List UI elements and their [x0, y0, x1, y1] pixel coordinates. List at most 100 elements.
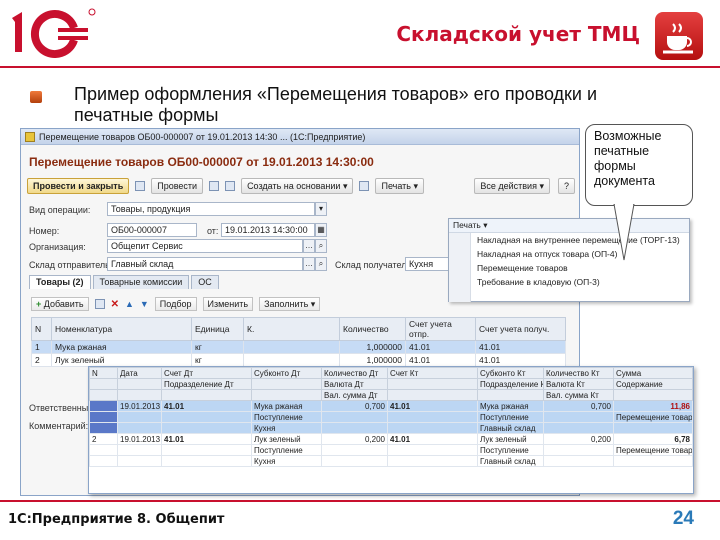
print-menu-header[interactable]: Печать ▾ — [449, 219, 689, 233]
copy-row-icon[interactable] — [94, 299, 105, 309]
tab-goods[interactable]: Товары (2) — [29, 275, 91, 289]
ph-qty-kt[interactable]: Количество Кт — [543, 367, 614, 379]
posting-cell — [387, 422, 478, 434]
menu-item-transfer[interactable]: Перемещение товаров — [449, 261, 689, 275]
posting-cell: Поступление — [477, 411, 544, 423]
ph-sum[interactable]: Сумма — [613, 367, 693, 379]
calendar-button[interactable]: ▦ — [315, 223, 327, 237]
number-field[interactable]: ОБ00-000007 — [107, 223, 197, 237]
posting-cell: 19.01.2013 14:30:00 — [117, 400, 162, 412]
col-nomenclature[interactable]: Номенклатура — [51, 317, 192, 341]
posting-cell-selected[interactable] — [89, 411, 118, 423]
add-row-button[interactable]: + Добавить — [31, 297, 89, 311]
ph-content[interactable]: Содержание — [613, 378, 693, 390]
ph-division-kt[interactable]: Подразделение Кт — [477, 378, 544, 390]
post-and-close-button[interactable]: Провести и закрыть — [27, 178, 130, 194]
move-down-icon[interactable]: ▼ — [140, 299, 149, 309]
posting-cell — [161, 422, 252, 434]
posting-row[interactable]: Кухня Главный склад — [89, 455, 693, 467]
print-button[interactable]: Печать ▾ — [375, 178, 424, 194]
posting-cell: 19.01.2013 14:30:00 — [117, 433, 162, 445]
move-up-icon[interactable]: ▲ — [125, 299, 134, 309]
posting-cell: Поступление — [251, 444, 322, 456]
organization-search-icon[interactable]: ⌕ — [315, 239, 327, 253]
posting-row[interactable]: Поступление Поступление Перемещение това… — [89, 444, 693, 456]
posting-cell — [613, 455, 693, 467]
col-account-sender[interactable]: Счет учета отпр. — [405, 317, 476, 341]
col-quantity[interactable]: Количество — [339, 317, 406, 341]
ph-blank — [613, 389, 693, 401]
posting-row[interactable]: 2 19.01.2013 14:30:00 41.01 Лук зеленый … — [89, 433, 693, 445]
date-field[interactable]: 19.01.2013 14:30:00 — [221, 223, 315, 237]
structure-icon[interactable] — [225, 181, 236, 191]
ph-date[interactable]: Дата — [117, 367, 162, 379]
ph-cur-sum-kt[interactable]: Вал. сумма Кт — [543, 389, 614, 401]
organization-select-button[interactable]: … — [303, 239, 315, 253]
col-unit[interactable]: Единица — [191, 317, 244, 341]
sender-warehouse-select-button[interactable]: … — [303, 257, 315, 271]
post-button[interactable]: Провести — [151, 178, 204, 194]
all-actions-button[interactable]: Все действия ▾ — [474, 178, 550, 194]
posting-cell: 0,700 — [321, 400, 388, 412]
receiver-warehouse-field[interactable]: Кухня — [405, 257, 451, 271]
table-cell: кг — [191, 340, 244, 354]
sender-warehouse-search-icon[interactable]: ⌕ — [315, 257, 327, 271]
col-n[interactable]: N — [31, 317, 52, 341]
menu-item-torg13[interactable]: Накладная на внутреннее перемещение (ТОР… — [449, 233, 689, 247]
goods-table[interactable]: N Номенклатура Единица К. Количество Сче… — [31, 317, 566, 367]
journal-icon[interactable] — [359, 181, 370, 191]
ph-n[interactable]: N — [89, 367, 118, 379]
fill-button[interactable]: Заполнить ▾ — [259, 297, 321, 311]
operation-dropdown-button[interactable]: ▾ — [315, 202, 327, 216]
ph-qty-dt[interactable]: Количество Дт — [321, 367, 388, 379]
number-label: Номер: — [29, 226, 60, 236]
table-cell: 1 — [31, 340, 52, 354]
posting-cell: Поступление — [477, 444, 544, 456]
posting-row[interactable]: Кухня Главный склад — [89, 422, 693, 434]
tab-fixed-assets[interactable]: ОС — [191, 275, 219, 289]
posting-cell-selected[interactable] — [89, 422, 118, 434]
posting-cell — [117, 422, 162, 434]
ph-subconto-kt[interactable]: Субконто Кт — [477, 367, 544, 379]
help-button[interactable]: ? — [557, 178, 575, 194]
menu-item-op4[interactable]: Накладная на отпуск товара (ОП-4) — [449, 247, 689, 261]
organization-label: Организация: — [29, 242, 86, 252]
date-label: от: — [207, 226, 219, 236]
postings-table[interactable]: N Дата Счет Дт Субконто Дт Количество Дт… — [89, 367, 693, 467]
window-titlebar[interactable]: Перемещение товаров ОБ00-000007 от 19.01… — [21, 129, 579, 145]
fill-button-label: Заполнить — [264, 299, 309, 309]
ph-division-dt[interactable]: Подразделение Дт — [161, 378, 252, 390]
postings-window[interactable]: N Дата Счет Дт Субконто Дт Количество Дт… — [88, 366, 694, 494]
ph-account-dt[interactable]: Счет Дт — [161, 367, 252, 379]
posting-cell: 0,200 — [543, 433, 614, 445]
save-icon[interactable] — [135, 181, 146, 191]
callout-bubble: Возможные печатные формы документа — [585, 124, 693, 206]
delete-row-icon[interactable]: ✕ — [111, 299, 119, 310]
ph-currency-kt[interactable]: Валюта Кт — [543, 378, 614, 390]
ph-subconto-dt[interactable]: Субконто Дт — [251, 367, 322, 379]
posting-cell — [161, 411, 252, 423]
sender-warehouse-field[interactable]: Главный склад — [107, 257, 303, 271]
posting-cell-selected[interactable] — [89, 400, 118, 412]
document-list-icon[interactable] — [209, 181, 220, 191]
print-menu-header-label: Печать — [453, 220, 481, 230]
posting-cell — [613, 422, 693, 434]
ph-cur-sum-dt[interactable]: Вал. сумма Дт — [321, 389, 388, 401]
posting-cell: Поступление — [251, 411, 322, 423]
ph-account-kt[interactable]: Счет Кт — [387, 367, 478, 379]
pick-button[interactable]: Подбор — [154, 297, 197, 311]
posting-row[interactable]: Поступление Поступление Перемещение това… — [89, 411, 693, 423]
tab-commission-goods[interactable]: Товарные комиссии — [92, 275, 190, 289]
ph-currency-dt[interactable]: Валюта Дт — [321, 378, 388, 390]
organization-field[interactable]: Общепит Сервис — [107, 239, 303, 253]
menu-item-op3[interactable]: Требование в кладовую (ОП-3) — [449, 275, 689, 289]
posting-row[interactable]: 19.01.2013 14:30:00 41.01 Мука ржаная 0,… — [89, 400, 693, 412]
change-button[interactable]: Изменить — [202, 297, 254, 311]
col-k[interactable]: К. — [243, 317, 340, 341]
create-based-on-button[interactable]: Создать на основании ▾ — [241, 178, 354, 194]
operation-field[interactable]: Товары, продукция — [107, 202, 315, 216]
table-row[interactable]: 1 Мука ржаная кг 1,000000 41.01 41.01 — [31, 340, 566, 354]
table-row[interactable]: 2 Лук зеленый кг 1,000000 41.01 41.01 — [31, 353, 566, 367]
col-account-receiver[interactable]: Счет учета получ. — [475, 317, 566, 341]
print-button-label: Печать — [381, 181, 411, 191]
